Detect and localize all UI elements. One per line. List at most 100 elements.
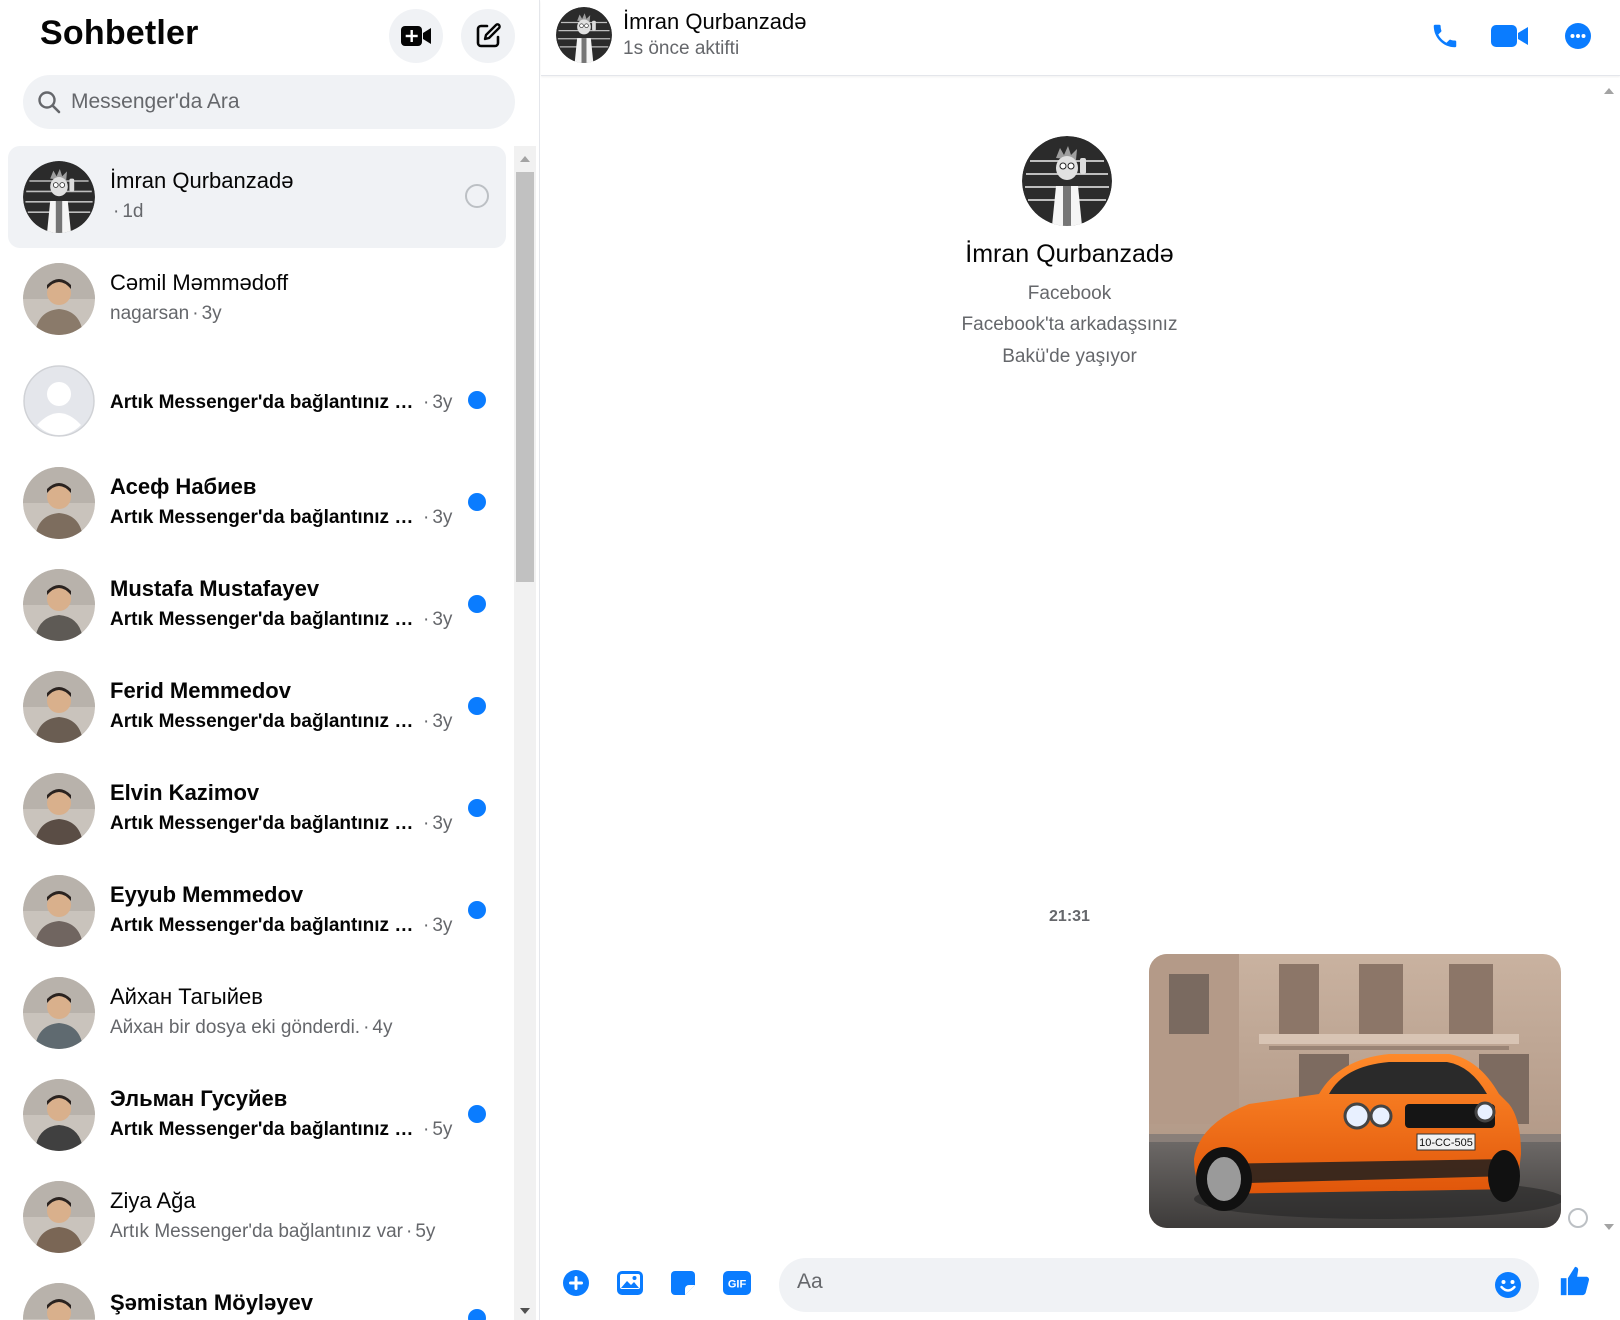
separator-dot: · [113,201,120,222]
preview-text: Artık Messenger'da bağlantınız var [110,392,420,413]
conversation-item[interactable]: Cəmil Məmmədoff nagarsan · 3y [8,248,506,350]
default-avatar-icon [23,365,95,437]
preview-text: Artık Messenger'da bağlantınız var [110,609,420,630]
separator-dot: · [192,303,199,324]
conversation-preview: Artık Messenger'da bağlantınız var · 5y [110,1119,452,1141]
like-button[interactable] [1555,1261,1595,1301]
video-call-button[interactable] [1488,14,1532,58]
separator-dot: · [423,813,430,834]
sidebar-scrollbar[interactable] [514,146,536,1320]
more-actions-button[interactable] [556,1263,596,1303]
header-active-status: 1s önce aktifti [623,38,740,59]
preview-time: 5y [432,1119,453,1140]
conversation-item[interactable]: İmran Qurbanzadə · 1d [8,146,506,248]
header-contact-name[interactable]: İmran Qurbanzadə [623,9,806,35]
search-icon [38,91,61,114]
preview-time: 1d [122,201,144,222]
avatar [23,1181,95,1253]
preview-text: Айхан bir dosya eki gönderdi. [110,1017,361,1038]
cartoon-avatar-icon [23,161,95,233]
scroll-up-arrow[interactable] [520,156,530,162]
license-plate: 10-CC-505 [1419,1137,1473,1149]
user-photo-icon [23,569,95,641]
sticker-button[interactable] [663,1263,703,1303]
profile-name: İmran Qurbanzadə [965,240,1174,268]
user-photo-icon [23,467,95,539]
separator-dot: · [406,1221,413,1242]
unread-indicator [468,595,486,613]
avatar [23,671,95,743]
new-room-button[interactable] [389,9,443,63]
conversation-preview: Artık Messenger'da bağlantınız var · 5y [110,1221,435,1243]
attach-photo-button[interactable] [610,1263,650,1303]
unread-indicator [468,1105,486,1123]
separator-dot: · [423,609,430,630]
emoji-icon [1495,1272,1521,1298]
emoji-button[interactable] [1491,1268,1525,1302]
separator-dot: · [423,1119,430,1140]
unread-indicator [468,391,486,409]
conversation-item[interactable]: Elvin Kazimov Artık Messenger'da bağlantı… [8,758,506,860]
video-camera-icon [1491,25,1528,47]
avatar [23,875,95,947]
photo-message[interactable]: 10-CC-505 [1149,954,1561,1228]
image-icon [617,1271,643,1295]
search-input[interactable] [71,90,491,114]
message-composer: GIF [541,1250,1620,1320]
gif-button[interactable]: GIF [717,1263,757,1303]
conversation-item[interactable]: Ziya Ağa Artık Messenger'da bağlantınız v… [8,1166,506,1268]
unread-indicator [468,799,486,817]
conversation-preview: Artık Messenger'da bağlantınız var · 3y [110,915,452,937]
scroll-down-arrow[interactable] [1604,1224,1614,1230]
conversation-item[interactable]: Айхан Тагыйев Айхан bir dosya eki gönderd… [8,962,506,1064]
profile-location: Bakü'de yaşıyor [1002,346,1137,367]
preview-text: Artık Messenger'da bağlantınız var [110,915,420,936]
cartoon-avatar-icon [556,7,612,63]
separator-dot: · [363,1017,370,1038]
separator-dot: · [423,711,430,732]
car-photo-image: 10-CC-505 [1149,954,1561,1228]
compose-icon [476,23,501,48]
preview-text: Artık Messenger'da bağlantınız var [110,711,420,732]
chat-scrollbar[interactable] [1598,78,1620,1238]
preview-time: 3y [432,711,453,732]
call-button[interactable] [1423,14,1467,58]
message-box[interactable] [779,1258,1539,1312]
avatar[interactable] [556,7,612,63]
preview-text: Artık Messenger'da bağlantınız var [110,1119,420,1140]
profile-avatar[interactable] [1022,136,1112,226]
conversation-preview: nagarsan · 3y [110,303,222,325]
conversation-item[interactable]: Mustafa Mustafayev Artık Messenger'da bağ… [8,554,506,656]
scroll-up-arrow[interactable] [1604,88,1614,94]
search-box[interactable] [23,75,515,129]
message-input[interactable] [797,1270,1457,1294]
conversation-name: Mustafa Mustafayev [110,576,320,601]
avatar [23,569,95,641]
conversation-name: Асеф Набиев [110,474,257,499]
compose-button[interactable] [461,9,515,63]
preview-time: 3y [201,303,222,324]
conversation-item[interactable]: Artık Messenger'da bağlantınız var · 3y [8,350,506,452]
conversation-item[interactable]: Асеф Набиев Artık Messenger'da bağlantını… [8,452,506,554]
conversation-item[interactable]: Şəmistan Möyləyev [8,1268,506,1320]
conversation-name: Eyyub Memmedov [110,882,304,907]
preview-text: Artık Messenger'da bağlantınız var [110,1221,403,1242]
message-timestamp: 21:31 [1049,908,1090,925]
chat-header: İmran Qurbanzadə 1s önce aktifti [541,0,1620,76]
cartoon-avatar-icon [1022,136,1112,226]
conversation-name: Cəmil Məmmədoff [110,270,289,295]
conversation-item[interactable]: Eyyub Memmedov Artık Messenger'da bağlant… [8,860,506,962]
scroll-thumb[interactable] [516,172,534,582]
conversation-item[interactable]: Эльман Гусуйев Artık Messenger'da bağlant… [8,1064,506,1166]
conversation-name: Эльман Гусуйев [110,1086,288,1111]
separator-dot: · [423,915,430,936]
scroll-down-arrow[interactable] [520,1308,530,1314]
conversation-info-button[interactable] [1556,14,1600,58]
conversation-name: Ziya Ağa [110,1188,196,1213]
avatar [23,773,95,845]
seen-indicator [1568,1208,1588,1228]
conversation-item[interactable]: Ferid Memmedov Artık Messenger'da bağlant… [8,656,506,758]
conversation-name: İmran Qurbanzadə [110,168,294,193]
unread-indicator [468,493,486,511]
read-status-indicator [465,184,489,208]
